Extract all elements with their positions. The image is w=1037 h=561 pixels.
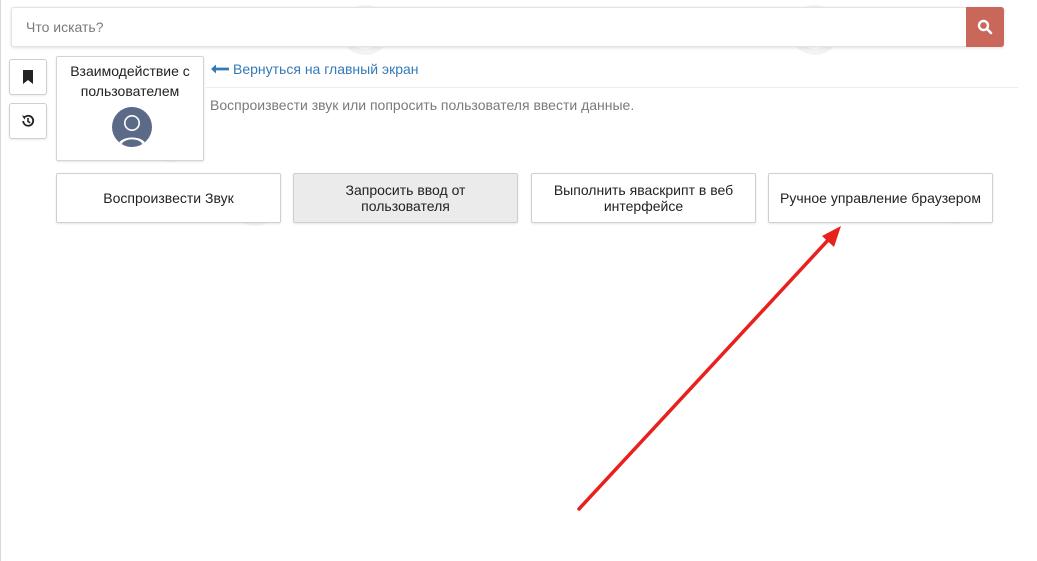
divider — [206, 87, 1018, 88]
search-icon — [977, 19, 993, 35]
request-user-input-button[interactable]: Запросить ввод от пользователя — [293, 173, 518, 223]
execute-javascript-button[interactable]: Выполнить яваскрипт в веб интерфейсе — [531, 173, 756, 223]
action-label: Ручное управление браузером — [780, 190, 981, 206]
window-left-border — [0, 0, 1, 561]
search-button[interactable] — [966, 7, 1004, 47]
back-to-main-link[interactable]: Вернуться на главный экран — [211, 60, 419, 78]
history-button[interactable] — [9, 103, 47, 139]
back-link-label: Вернуться на главный экран — [233, 61, 419, 77]
search-bar — [11, 7, 1004, 47]
search-input[interactable] — [12, 8, 967, 46]
user-avatar-icon — [112, 107, 152, 147]
bookmark-button[interactable] — [9, 59, 47, 95]
play-sound-button[interactable]: Воспроизвести Звук — [56, 173, 281, 223]
bookmark-icon — [23, 70, 33, 84]
history-icon — [22, 114, 35, 127]
action-label: Выполнить яваскрипт в веб интерфейсе — [553, 182, 734, 214]
category-card[interactable]: Взаимодействие с пользователем — [56, 56, 204, 161]
manual-browser-control-button[interactable]: Ручное управление браузером — [768, 173, 993, 223]
category-description: Воспроизвести звук или попросить пользов… — [210, 97, 635, 113]
action-label: Воспроизвести Звук — [103, 190, 234, 206]
action-label: Запросить ввод от пользователя — [345, 182, 466, 214]
category-title: Взаимодействие с пользователем — [70, 63, 190, 99]
arrow-left-icon — [211, 64, 229, 74]
